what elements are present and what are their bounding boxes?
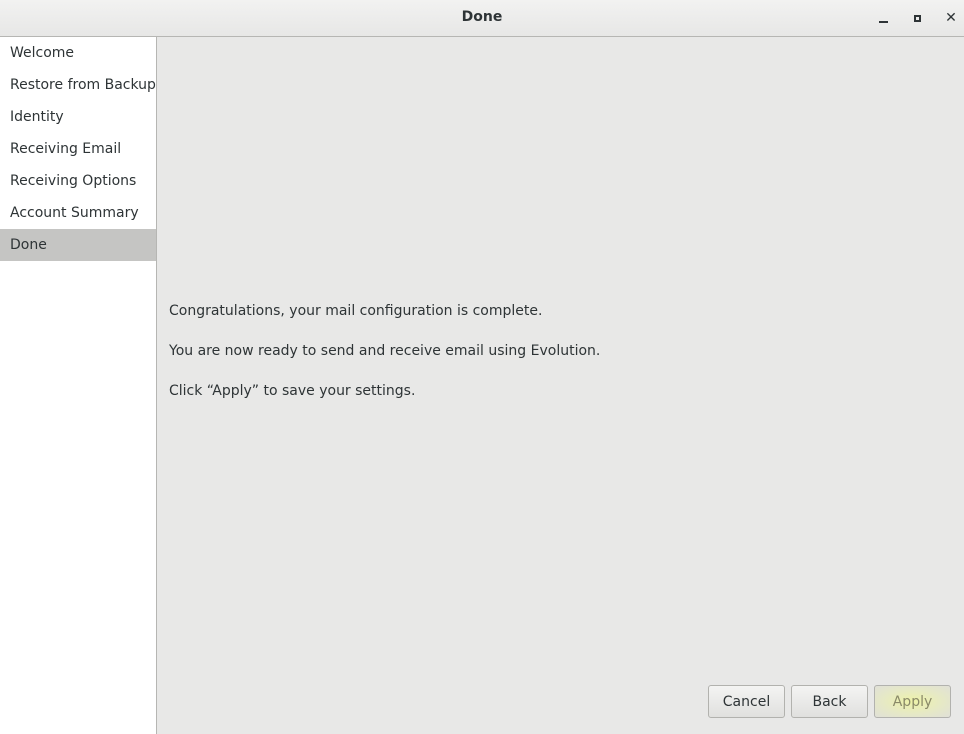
- minimize-icon: [878, 21, 888, 23]
- sidebar-item-account-summary[interactable]: Account Summary: [0, 197, 156, 229]
- sidebar-item-done[interactable]: Done: [0, 229, 156, 261]
- close-icon: ✕: [945, 10, 957, 26]
- title-bar[interactable]: Done ✕: [0, 0, 964, 37]
- back-button[interactable]: Back: [791, 685, 868, 718]
- sidebar-item-identity[interactable]: Identity: [0, 101, 156, 133]
- close-button[interactable]: ✕: [941, 8, 961, 28]
- maximize-button[interactable]: [907, 8, 927, 28]
- main-content: Congratulations, your mail configuration…: [157, 37, 964, 734]
- sidebar-item-receiving-email[interactable]: Receiving Email: [0, 133, 156, 165]
- assistant-window: Done ✕ Welcome Restore from Backup Ident…: [0, 0, 964, 734]
- cancel-button[interactable]: Cancel: [708, 685, 785, 718]
- sidebar-item-receiving-options[interactable]: Receiving Options: [0, 165, 156, 197]
- ready-message: You are now ready to send and receive em…: [169, 343, 601, 359]
- maximize-icon: [913, 14, 921, 22]
- sidebar-item-welcome[interactable]: Welcome: [0, 37, 156, 69]
- apply-instruction: Click “Apply” to save your settings.: [169, 383, 416, 399]
- sidebar-item-restore-from-backup[interactable]: Restore from Backup: [0, 69, 156, 101]
- window-title: Done: [461, 9, 503, 25]
- congratulations-message: Congratulations, your mail configuration…: [169, 303, 543, 319]
- minimize-button[interactable]: [873, 8, 893, 28]
- apply-button[interactable]: Apply: [874, 685, 951, 718]
- assistant-sidebar: Welcome Restore from Backup Identity Rec…: [0, 37, 157, 734]
